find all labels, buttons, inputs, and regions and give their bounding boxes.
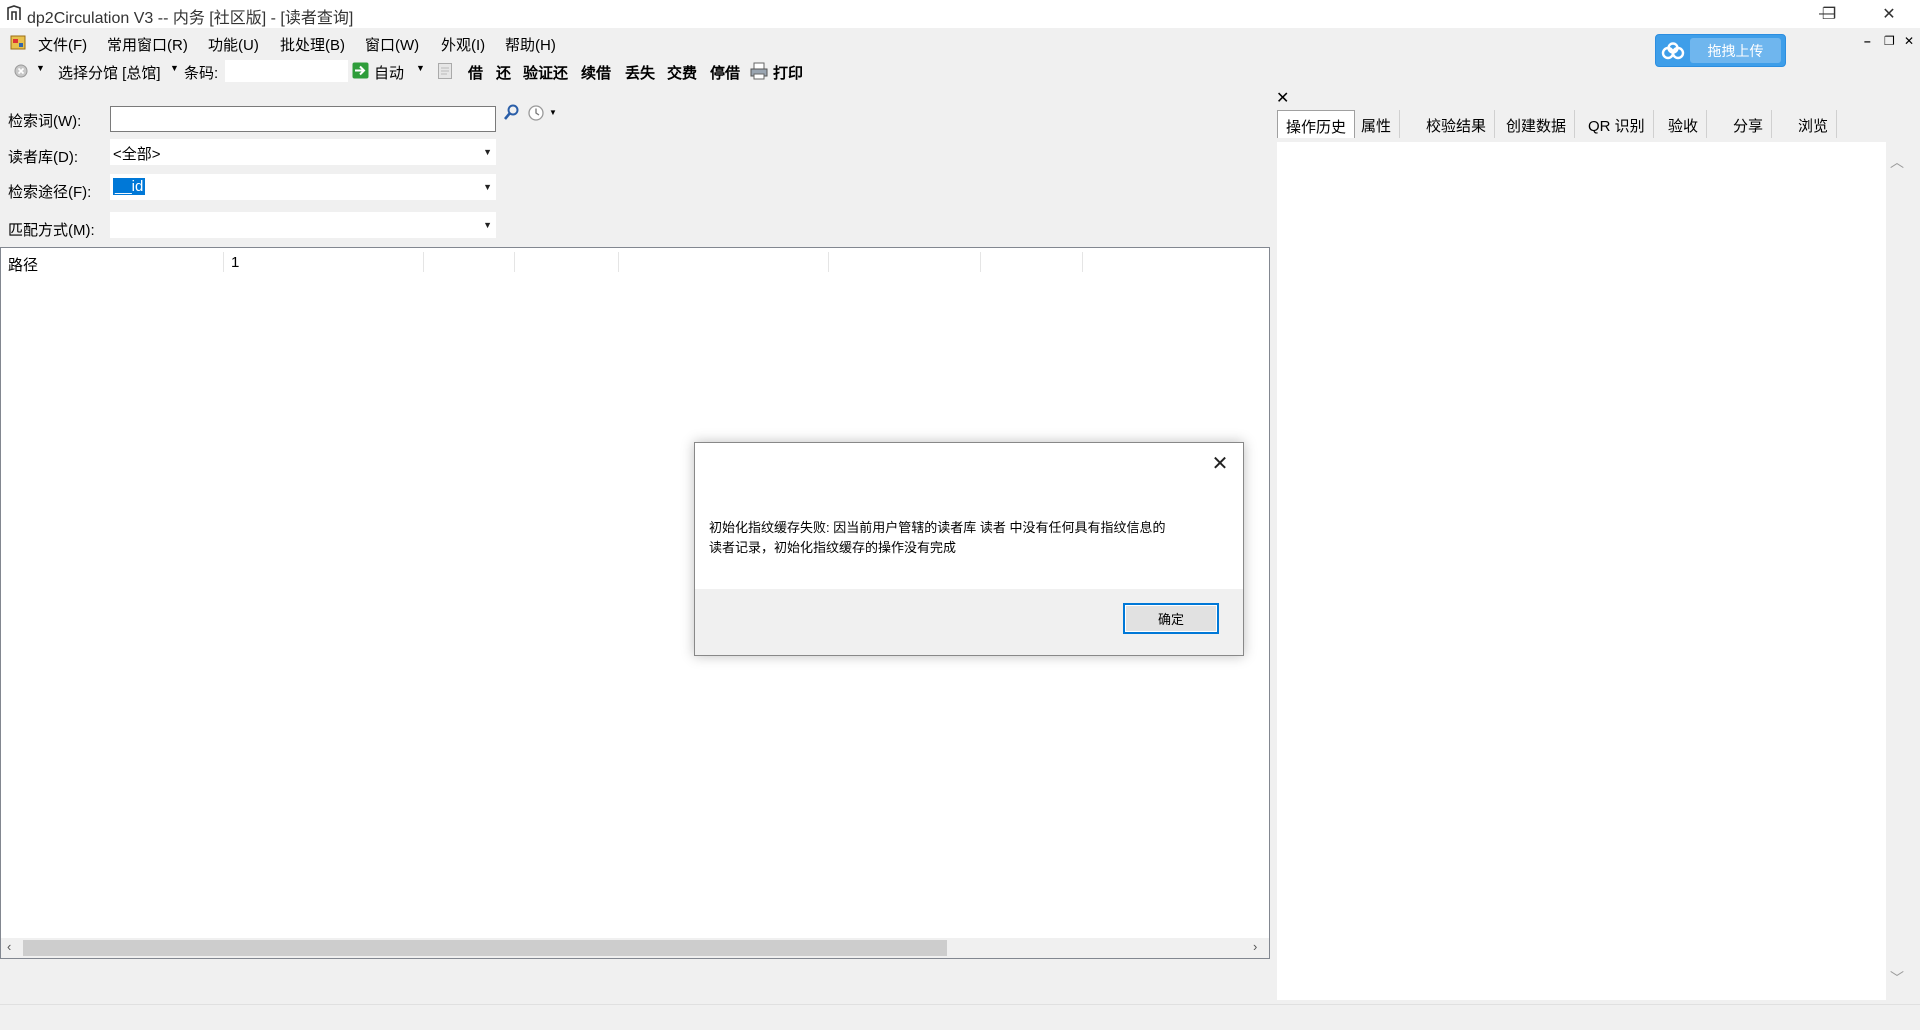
history-clock-icon[interactable] [527,104,545,122]
column-divider [514,252,515,272]
tab-properties[interactable]: 属性 [1353,110,1401,138]
ok-button[interactable]: 确定 [1123,603,1219,634]
mdi-restore-button[interactable]: ❐ [1884,34,1895,48]
upload-label: 拖拽上传 [1690,38,1781,63]
reader-db-label: 读者库(D): [8,149,78,166]
mdi-close-button[interactable]: ✕ [1904,34,1914,48]
scroll-up-icon[interactable]: ︿ [1890,152,1904,172]
column-divider [423,252,424,272]
menu-help[interactable]: 帮助(H) [505,34,556,55]
column-divider [828,252,829,272]
branch-dropdown-icon[interactable]: ▼ [170,63,179,73]
vertical-scrollbar[interactable]: ︿ ﹀ [1886,142,1906,1000]
message-dialog: ✕ 初始化指纹缓存失败: 因当前用户管辖的读者库 读者 中没有任何具有指纹信息的… [694,442,1244,656]
app-icon [7,5,21,20]
column-header-path[interactable]: 路径 [8,254,38,278]
scroll-down-icon[interactable]: ﹀ [1890,968,1904,988]
search-path-value: __id [113,178,146,195]
dialog-footer: 确定 [695,589,1243,655]
menu-functions[interactable]: 功能(U) [208,34,259,55]
horizontal-scrollbar[interactable]: ‹ › [1,938,1269,958]
match-mode-select[interactable]: ▼ [110,212,496,238]
chevron-down-icon: ▼ [483,220,492,230]
tab-create-data[interactable]: 创建数据 [1498,110,1576,138]
status-bar [0,1004,1920,1030]
auto-dropdown-icon[interactable]: ▼ [416,63,425,73]
cloud-icon [1656,35,1690,66]
column-divider [980,252,981,272]
barcode-input[interactable] [225,60,348,82]
window-title: dp2Circulation V3 -- 内务 [社区版] - [读者查询] [27,10,354,27]
tab-operation-history[interactable]: 操作历史 [1277,110,1356,138]
tab-browse[interactable]: 浏览 [1790,110,1838,138]
search-term-label: 检索词(W): [8,113,82,130]
column-divider [1082,252,1083,272]
match-mode-label: 匹配方式(M): [8,222,95,239]
barcode-label: 条码: [184,65,219,82]
column-divider [223,252,224,272]
search-input[interactable] [110,106,496,132]
page-icon[interactable] [437,62,453,80]
return-button[interactable]: 还 [496,62,511,83]
operation-history-pane[interactable] [1277,142,1889,1000]
menu-bar: 文件(F) 常用窗口(R) 功能(U) 批处理(B) 窗口(W) 外观(I) 帮… [0,30,1920,56]
branch-selector[interactable]: 选择分馆 [总馆] [58,62,161,83]
menu-appearance[interactable]: 外观(I) [441,34,485,55]
search-path-label: 检索途径(F): [8,184,92,201]
tab-share[interactable]: 分享 [1725,110,1773,138]
menu-window[interactable]: 窗口(W) [365,34,419,55]
suspend-button[interactable]: 停借 [710,62,740,83]
column-header-1[interactable]: 1 [231,254,239,278]
menu-batch[interactable]: 批处理(B) [280,34,345,55]
close-icon: ✕ [1882,6,1896,23]
borrow-button[interactable]: 借 [468,62,483,83]
dialog-close-button[interactable]: ✕ [1205,449,1235,477]
scroll-right-icon[interactable]: › [1253,939,1257,954]
toolbar: ▼ 选择分馆 [总馆] ▼ 条码: 自动 ▼ 借 还 验证还 续借 丢失 交费 … [0,58,1280,84]
verify-return-button[interactable]: 验证还 [523,62,568,83]
print-button[interactable]: 打印 [773,62,803,83]
search-path-select[interactable]: __id ▼ [110,174,496,200]
dialog-message-line: 读者记录，初始化指纹缓存的操作没有完成 [709,540,957,555]
restore-icon: ❐ [1821,6,1837,23]
document-icon[interactable] [10,35,26,50]
menu-file[interactable]: 文件(F) [38,34,87,55]
search-icon[interactable] [503,104,519,122]
go-arrow-icon[interactable] [352,62,369,79]
close-button[interactable]: ✕ [1860,0,1918,28]
tab-qr-recognition[interactable]: QR 识别 [1580,110,1654,138]
renew-button[interactable]: 续借 [581,62,611,83]
reader-db-value: <全部> [113,146,161,163]
auto-mode-button[interactable]: 自动 [374,62,404,83]
chevron-down-icon: ▼ [483,147,492,157]
restore-button[interactable]: ❐ [1800,0,1858,28]
dialog-message-line: 初始化指纹缓存失败: 因当前用户管辖的读者库 读者 中没有任何具有指纹信息的 [709,520,1166,535]
scroll-left-icon[interactable]: ‹ [7,939,11,954]
title-bar: dp2Circulation V3 -- 内务 [社区版] - [读者查询] —… [0,0,1920,28]
drag-upload-button[interactable]: 拖拽上传 [1655,34,1786,67]
reader-db-select[interactable]: <全部> ▼ [110,139,496,165]
pay-button[interactable]: 交费 [667,62,697,83]
column-divider [618,252,619,272]
mdi-minimize-button[interactable]: – [1864,34,1871,48]
scrollbar-thumb[interactable] [23,940,947,956]
panel-close-icon[interactable]: ✕ [1276,88,1292,107]
history-dropdown-icon[interactable]: ▼ [549,108,557,117]
tab-acceptance[interactable]: 验收 [1660,110,1708,138]
stop-dropdown-icon[interactable]: ▼ [36,63,45,73]
menu-common-windows[interactable]: 常用窗口(R) [107,34,188,55]
chevron-down-icon: ▼ [483,182,492,192]
printer-icon[interactable] [750,62,768,80]
stop-icon[interactable] [14,64,28,78]
tab-validation-results[interactable]: 校验结果 [1418,110,1496,138]
close-icon: ✕ [1211,452,1229,475]
dialog-message: 初始化指纹缓存失败: 因当前用户管辖的读者库 读者 中没有任何具有指纹信息的 读… [709,518,1209,558]
lost-button[interactable]: 丢失 [625,62,655,83]
